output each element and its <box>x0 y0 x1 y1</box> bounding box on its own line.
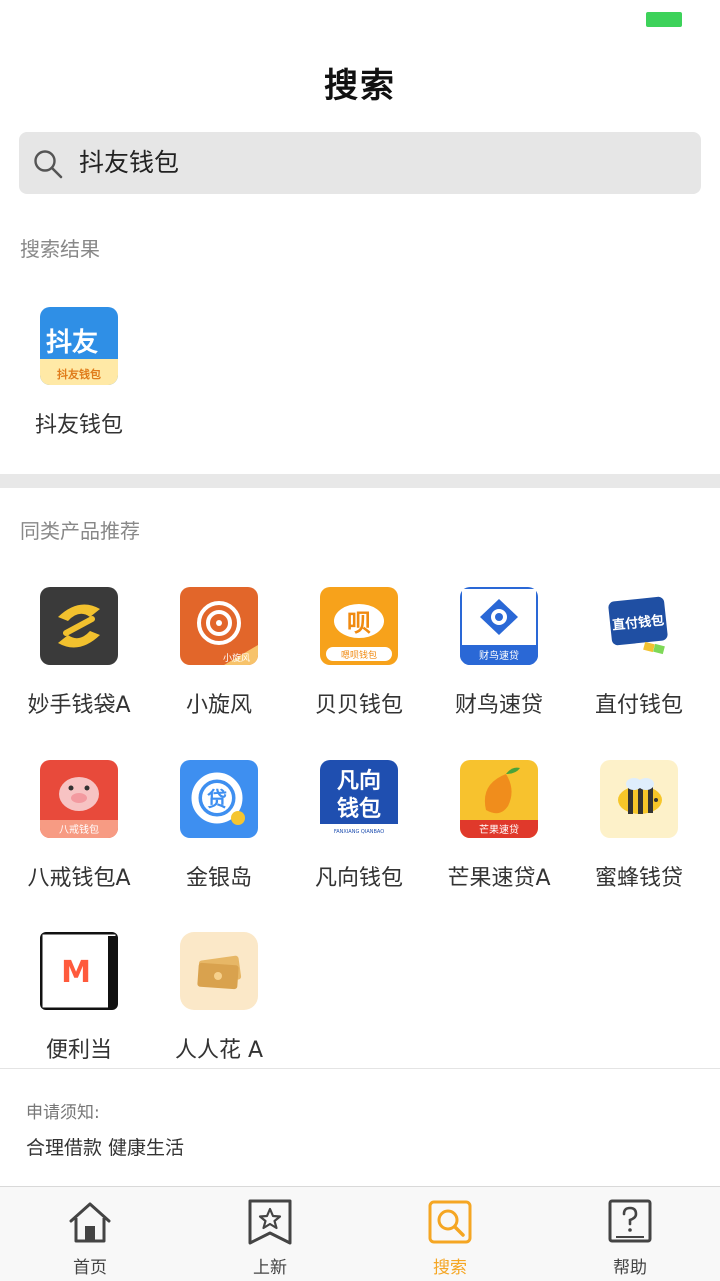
app-zhifu[interactable]: 直付钱包 直付钱包 <box>569 587 709 719</box>
status-bar <box>0 0 720 40</box>
tab-search[interactable]: 搜索 <box>360 1187 540 1281</box>
help-icon <box>608 1199 652 1243</box>
bottom-tab-bar: 首页 上新 搜索 帮助 <box>0 1186 720 1281</box>
notice-divider <box>0 1068 720 1069</box>
search-tab-icon <box>428 1200 472 1244</box>
tab-help[interactable]: 帮助 <box>540 1187 720 1281</box>
icon-text: 嗯呗钱包 <box>341 649 377 661</box>
xiaoxuanfeng-app-icon: 小旋风 <box>180 587 258 665</box>
tab-home[interactable]: 首页 <box>0 1187 180 1281</box>
fanxiang-app-icon: 凡向 钱包 FANXIANG QIANBAO <box>320 760 398 838</box>
home-icon <box>69 1202 111 1243</box>
app-beibei[interactable]: 呗 嗯呗钱包 贝贝钱包 <box>289 587 429 719</box>
app-jinyindao[interactable]: 贷 金银岛 <box>149 760 289 892</box>
app-miaoshou[interactable]: 妙手钱袋A <box>9 587 149 719</box>
icon-text: 呗 <box>347 609 371 637</box>
app-cainiao[interactable]: 财鸟速贷 财鸟速贷 <box>429 587 569 719</box>
notice-title: 申请须知: <box>26 1103 100 1123</box>
icon-text: 财鸟速贷 <box>479 649 519 662</box>
tab-label: 首页 <box>73 1258 107 1278</box>
app-mangguo[interactable]: 芒果速贷 芒果速贷A <box>429 760 569 892</box>
cainiao-app-icon: 财鸟速贷 <box>460 587 538 665</box>
section-divider <box>0 474 720 488</box>
icon-text: 抖友 <box>46 328 98 358</box>
app-name: 贝贝钱包 <box>314 693 403 718</box>
app-name: 妙手钱袋A <box>27 693 131 718</box>
mifeng-app-icon <box>600 760 678 838</box>
result-app-douyou[interactable]: 抖友 抖友钱包 抖友钱包 <box>9 307 149 439</box>
icon-text: FANXIANG QIANBAO <box>334 829 384 835</box>
bianlidang-app-icon: M <box>40 932 118 1010</box>
zhifu-app-icon: 直付钱包 <box>600 587 678 665</box>
tab-label: 上新 <box>253 1258 287 1278</box>
app-bianlidang[interactable]: M 便利当 <box>9 932 149 1064</box>
app-name: 抖友钱包 <box>34 413 123 438</box>
search-icon <box>34 150 63 179</box>
page-title: 搜索 <box>324 66 396 106</box>
star-bookmark-icon <box>248 1199 292 1245</box>
battery-icon <box>646 12 682 27</box>
app-name: 八戒钱包A <box>27 866 131 891</box>
mangguo-app-icon: 芒果速贷 <box>460 760 538 838</box>
icon-text: 芒果速贷 <box>479 823 519 836</box>
app-name: 财鸟速贷 <box>454 693 543 718</box>
app-xiaoxuanfeng[interactable]: 小旋风 小旋风 <box>149 587 289 719</box>
app-mifeng[interactable]: 蜜蜂钱贷 <box>569 760 709 892</box>
bajie-app-icon: 八戒钱包 <box>40 760 118 838</box>
renrenhua-app-icon <box>180 932 258 1010</box>
douyou-wallet-icon: 抖友 抖友钱包 <box>40 307 118 385</box>
app-renrenhua[interactable]: 人人花 A <box>149 932 289 1064</box>
icon-text: 贷 <box>207 787 227 811</box>
jinyindao-app-icon: 贷 <box>180 760 258 838</box>
icon-text: 八戒钱包 <box>59 823 99 836</box>
app-name: 直付钱包 <box>594 693 683 718</box>
search-query[interactable]: 抖友钱包 <box>79 146 179 180</box>
app-name: 蜜蜂钱贷 <box>594 866 683 891</box>
app-name: 芒果速贷A <box>447 866 551 891</box>
icon-text: 凡向 <box>337 768 381 794</box>
icon-text: 小旋风 <box>223 652 250 664</box>
icon-text: M <box>61 955 91 990</box>
notice-text: 合理借款 健康生活 <box>26 1137 185 1159</box>
results-label: 搜索结果 <box>20 237 100 261</box>
tab-new[interactable]: 上新 <box>180 1187 360 1281</box>
search-input[interactable]: 抖友钱包 <box>19 132 701 194</box>
app-name: 凡向钱包 <box>314 866 403 891</box>
beibei-app-icon: 呗 嗯呗钱包 <box>320 587 398 665</box>
app-name: 便利当 <box>45 1038 112 1063</box>
app-bajie[interactable]: 八戒钱包 八戒钱包A <box>9 760 149 892</box>
app-name: 人人花 A <box>174 1038 264 1063</box>
tab-label: 搜索 <box>433 1258 467 1278</box>
miaoshou-app-icon <box>40 587 118 665</box>
recommend-label: 同类产品推荐 <box>20 519 140 543</box>
app-fanxiang[interactable]: 凡向 钱包 FANXIANG QIANBAO 凡向钱包 <box>289 760 429 892</box>
icon-text: 抖友钱包 <box>57 367 101 381</box>
icon-text: 钱包 <box>337 796 381 822</box>
tab-label: 帮助 <box>613 1258 647 1278</box>
app-name: 小旋风 <box>185 693 252 718</box>
app-name: 金银岛 <box>185 866 252 891</box>
